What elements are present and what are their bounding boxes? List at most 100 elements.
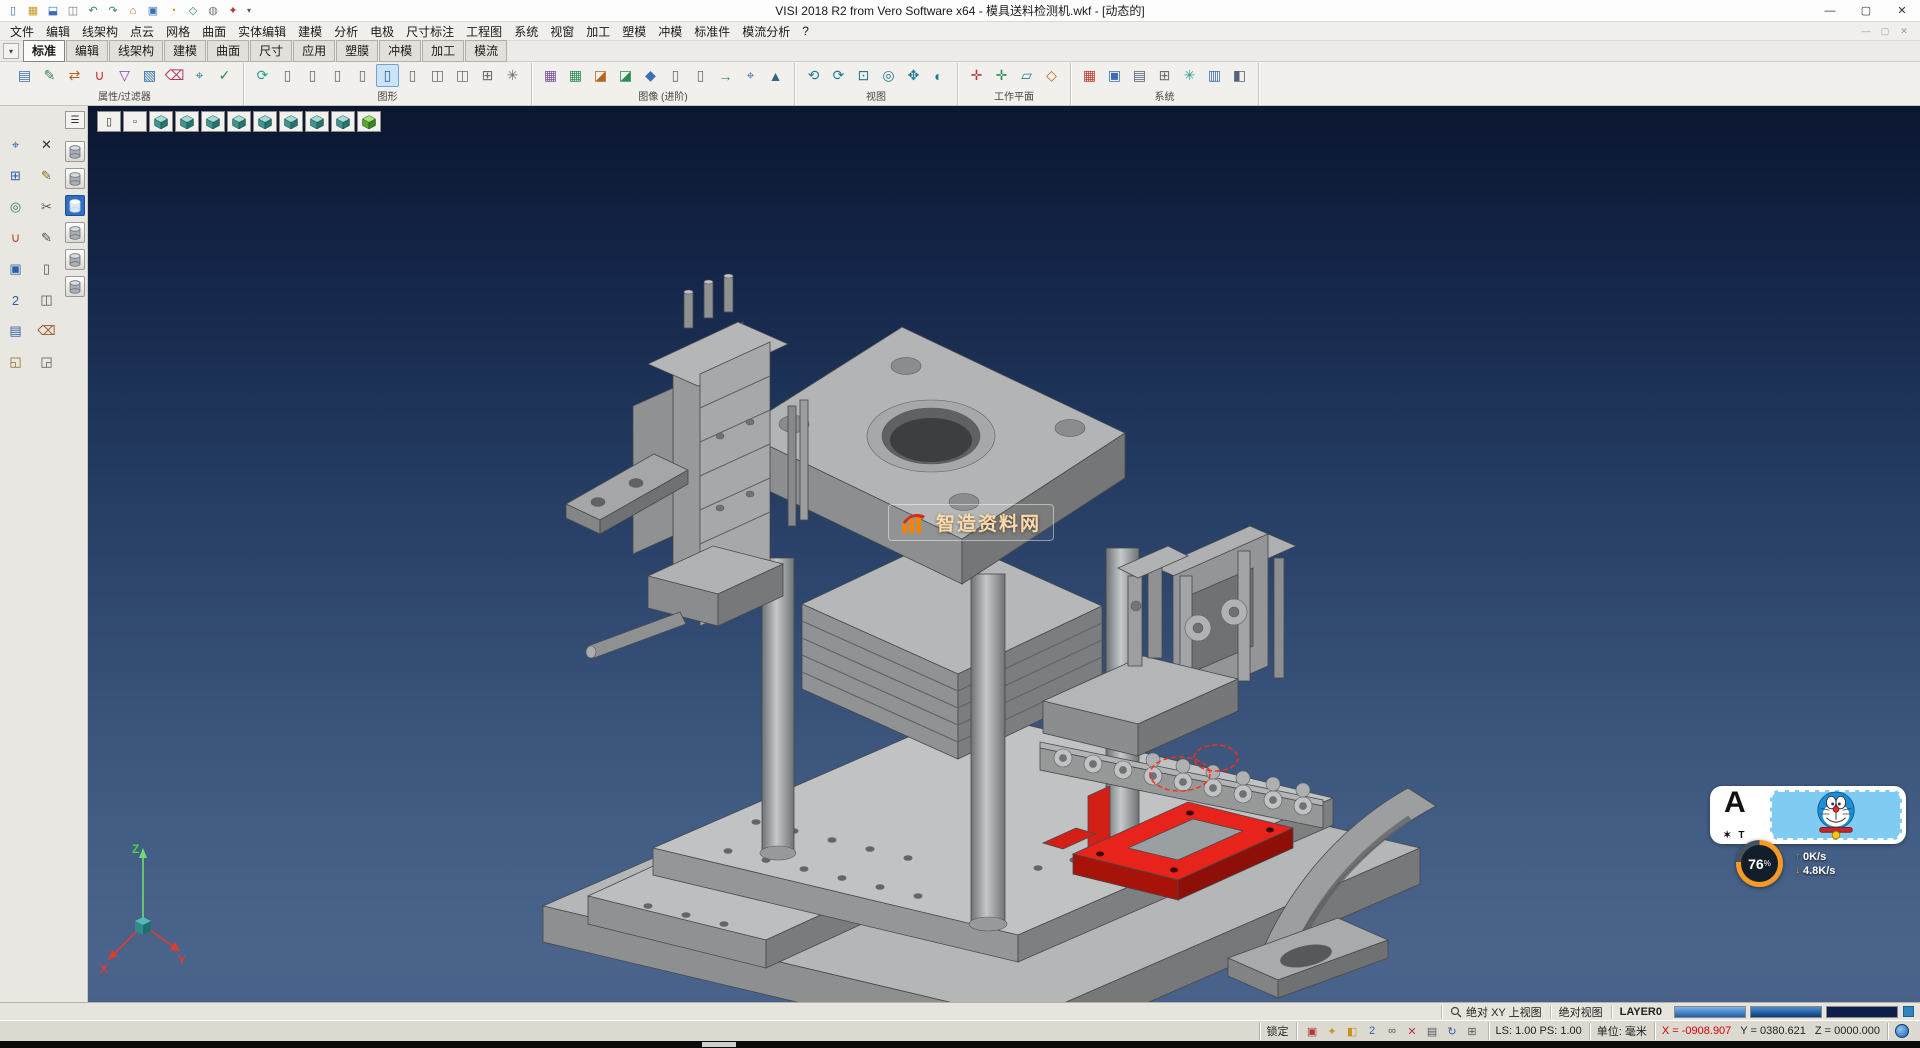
sketch-icon[interactable]: ✎ [35, 165, 58, 187]
tool-t-icon[interactable]: T [1738, 830, 1744, 841]
image-film-icon[interactable]: ▦ [564, 64, 587, 87]
menu-item[interactable]: 线架构 [76, 22, 124, 40]
split-window-icon[interactable]: ◫ [35, 289, 58, 311]
image-cube-icon[interactable]: ◆ [639, 64, 662, 87]
trim-icon[interactable]: ✂ [35, 196, 58, 218]
view-fit-icon[interactable]: ⊡ [852, 64, 875, 87]
image-photo-icon[interactable]: ◪ [589, 64, 612, 87]
image-render-icon[interactable]: ◪ [614, 64, 637, 87]
graphics-cylinder-2-icon[interactable]: ◫ [451, 64, 474, 87]
qa-save-icon[interactable]: ⬓ [44, 2, 62, 19]
system-grid-icon[interactable]: ⊞ [1153, 64, 1176, 87]
window-icon[interactable]: ▣ [4, 258, 27, 280]
page-icon[interactable]: ▯ [35, 258, 58, 280]
ribbon-tab[interactable]: 曲面 [207, 40, 249, 62]
workplane-normal-icon[interactable]: ◇ [1040, 64, 1063, 87]
layer-filter-6[interactable] [65, 276, 85, 297]
mdi-close-button[interactable]: ✕ [1896, 26, 1912, 37]
mdi-minimize-button[interactable]: — [1858, 26, 1874, 37]
maximize-button[interactable]: ▢ [1848, 0, 1884, 21]
menu-item[interactable]: 标准件 [688, 22, 736, 40]
assistant-pill[interactable]: A ✶ T [1710, 786, 1906, 844]
scale-status[interactable]: LS: 1.00 PS: 1.00 [1488, 1023, 1589, 1040]
qa-home-icon[interactable]: ⌂ [124, 2, 142, 19]
qa-star-icon[interactable]: ✦ [224, 2, 242, 19]
filter-check-icon[interactable]: ✓ [213, 64, 236, 87]
sun-icon[interactable]: ✶ [1723, 830, 1731, 841]
graphics-gear-icon[interactable]: ✳ [501, 64, 524, 87]
system-palette-icon[interactable]: ▦ [1078, 64, 1101, 87]
view-cube-iso-7[interactable] [305, 111, 329, 132]
layer-filter-5[interactable] [65, 249, 85, 270]
workplane-plane-icon[interactable]: ▱ [1015, 64, 1038, 87]
view-cube-iso-4[interactable] [227, 111, 251, 132]
menu-item[interactable]: 工程图 [460, 22, 508, 40]
mdi-restore-button[interactable]: ▢ [1877, 26, 1893, 37]
menu-item[interactable]: 冲模 [652, 22, 688, 40]
taskbar-item[interactable] [702, 1042, 736, 1047]
image-arrow-icon[interactable]: → [714, 64, 737, 87]
qa-redo-icon[interactable]: ↷ [104, 2, 122, 19]
image-target-icon[interactable]: ⌖ [739, 64, 762, 87]
graphics-refresh-icon[interactable]: ⟳ [251, 64, 274, 87]
filter-properties-icon[interactable]: ▤ [13, 64, 36, 87]
image-cone-icon[interactable]: ▲ [764, 64, 787, 87]
view-cube-iso-3[interactable] [201, 111, 225, 132]
qa-open-icon[interactable]: ▦ [24, 2, 42, 19]
taskbar-strip[interactable] [0, 1041, 1920, 1048]
layer-filter-4[interactable] [65, 222, 85, 243]
menu-item[interactable]: 视窗 [544, 22, 580, 40]
view-status[interactable]: 绝对 XY 上视图 [1441, 1005, 1550, 1019]
status-layers-icon[interactable]: ▤ [1424, 1023, 1441, 1039]
two-icon[interactable]: 2 [4, 289, 27, 311]
graphics-page-active-icon[interactable]: ▯ [376, 64, 399, 87]
status-link-icon[interactable]: ∞ [1384, 1023, 1401, 1039]
graphics-page-1-icon[interactable]: ▯ [276, 64, 299, 87]
layer-filter-2[interactable] [65, 168, 85, 189]
system-snow-icon[interactable]: ✳ [1178, 64, 1201, 87]
filter-select-icon[interactable]: ⌖ [188, 64, 211, 87]
deselect-icon[interactable]: ✕ [35, 134, 58, 156]
status-bulb-icon[interactable]: ✦ [1324, 1023, 1341, 1039]
view-pan-icon[interactable]: ✥ [902, 64, 925, 87]
layers-icon[interactable]: ▤ [4, 320, 27, 342]
snap-toggle[interactable]: 锁定 [1259, 1023, 1296, 1040]
menu-item[interactable]: 系统 [508, 22, 544, 40]
image-page-1-icon[interactable]: ▯ [664, 64, 687, 87]
layer-filter-1[interactable] [65, 141, 85, 162]
menu-item[interactable]: 建模 [292, 22, 328, 40]
vp-grid-button[interactable]: ▫ [123, 111, 147, 132]
image-page-2-icon[interactable]: ▯ [689, 64, 712, 87]
gradient-swatch-1[interactable] [1674, 1006, 1746, 1018]
close-button[interactable]: ✕ [1884, 0, 1920, 21]
graphics-cylinder-1-icon[interactable]: ◫ [426, 64, 449, 87]
menu-item[interactable]: 电极 [364, 22, 400, 40]
hamburger-menu-button[interactable]: ☰ [65, 111, 85, 129]
view-mode[interactable]: 绝对视图 [1550, 1005, 1611, 1019]
view-cube-iso-2[interactable] [175, 111, 199, 132]
ribbon-tab[interactable]: 冲模 [379, 40, 421, 62]
system-screen-icon[interactable]: ◧ [1228, 64, 1251, 87]
annotate-icon[interactable]: ✎ [35, 227, 58, 249]
viewport-canvas[interactable]: ▯▫ [88, 106, 1920, 1002]
view-cube-shaded[interactable] [357, 111, 381, 132]
view-shade-icon[interactable]: ◐ [927, 64, 950, 87]
view-cube-iso-6[interactable] [279, 111, 303, 132]
status-grid-icon[interactable]: ⊞ [1464, 1023, 1481, 1039]
vp-display-mode-button[interactable]: ▯ [97, 111, 121, 132]
ribbon-tab[interactable]: 应用 [293, 40, 335, 62]
menu-item[interactable]: 编辑 [40, 22, 76, 40]
active-layer[interactable]: LAYER0 [1611, 1005, 1670, 1019]
new-sheet-icon[interactable]: ◲ [35, 351, 58, 373]
filter-layers-icon[interactable]: ▧ [138, 64, 161, 87]
qa-undo-icon[interactable]: ↶ [84, 2, 102, 19]
image-capture-icon[interactable]: ▦ [539, 64, 562, 87]
system-display-icon[interactable]: ▣ [1103, 64, 1126, 87]
doraemon-panel[interactable] [1770, 790, 1902, 840]
menu-item[interactable]: 模流分析 [736, 22, 796, 40]
ribbon-tab[interactable]: 标准 [23, 40, 65, 62]
menu-item[interactable]: 分析 [328, 22, 364, 40]
graphics-page-3-icon[interactable]: ▯ [326, 64, 349, 87]
system-chip-icon[interactable]: ▥ [1203, 64, 1226, 87]
menu-item[interactable]: 网格 [160, 22, 196, 40]
